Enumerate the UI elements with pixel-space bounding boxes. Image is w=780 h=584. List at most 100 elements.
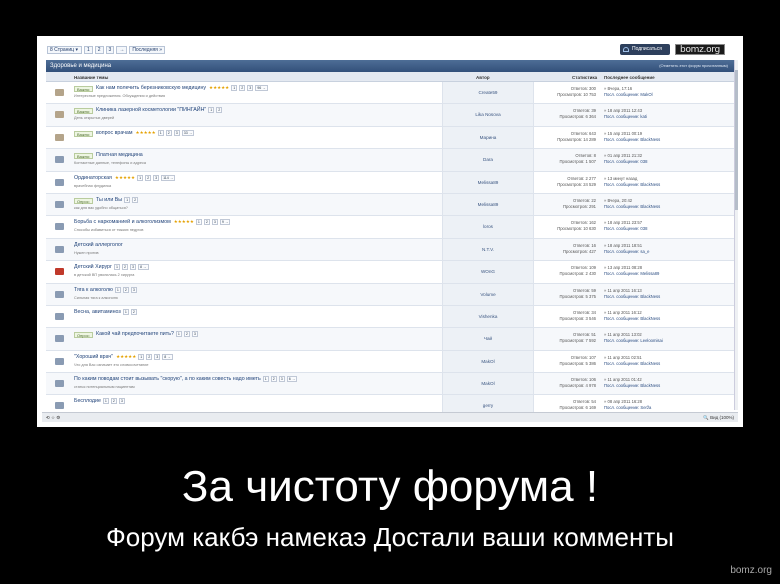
last-post-author[interactable]: Посл. сообщение: Leeloomisai (604, 338, 663, 344)
page-next[interactable]: → (116, 46, 128, 54)
topic-author[interactable]: Dara (442, 149, 534, 171)
topic-row[interactable]: Тяга к алкоголю 1 2 3 Сильная тяга к алкогол… (46, 283, 734, 306)
topic-page-link[interactable]: 96 → (255, 85, 268, 91)
topic-page-link[interactable]: 2 (239, 85, 246, 91)
topic-page-link[interactable]: 3 (173, 129, 180, 136)
topic-page-link[interactable]: 1 (122, 308, 129, 315)
last-post-author[interactable]: Посл. сообщение: BlackNess (604, 294, 660, 300)
topic-page-link[interactable]: 3 (129, 264, 136, 271)
topic-title-link[interactable]: "Хороший врач" (74, 354, 113, 360)
topic-page-link[interactable]: 1 (195, 219, 202, 226)
topic-page-link[interactable]: 114 → (161, 174, 176, 181)
topic-page-link[interactable]: 2 (121, 264, 128, 271)
topic-page-link[interactable]: 2 (165, 129, 172, 136)
topic-author[interactable]: Melissa89 (442, 171, 534, 193)
topic-row[interactable]: Опрос: Ты или Вы 1 2 как для вас удобно обща… (46, 193, 734, 217)
statusbar-tools[interactable]: ⟲ ☆ ⚙ (46, 415, 60, 421)
topic-author[interactable]: Vishenka (442, 305, 534, 328)
topic-page-link[interactable]: 1 (138, 353, 145, 360)
mark-read-link[interactable]: (Отметить этот форум прочитанным) (659, 60, 728, 72)
topic-page-link[interactable]: 33 → (181, 129, 195, 136)
topic-author[interactable]: Volume (442, 283, 534, 305)
topic-row[interactable]: Важно: Клиника лазерной косметологии "ПИН… (46, 104, 734, 127)
col-author[interactable]: Автор (476, 75, 490, 80)
topic-page-link[interactable]: 2 (146, 353, 153, 360)
topic-author[interactable]: loros (442, 216, 534, 238)
topic-page-link[interactable]: 3 (211, 219, 218, 226)
topic-page-link[interactable]: 3 (278, 376, 285, 383)
topic-page-link[interactable]: 2 (132, 196, 139, 203)
last-post-author[interactable]: Посл. сообщение: BlackNess (604, 316, 660, 322)
page-dropdown[interactable]: 8 Страниц ▾ (47, 46, 82, 54)
topic-author[interactable]: Lika Nosova (442, 104, 534, 126)
topic-row[interactable]: Борьба с наркоманией и алкоголизмом ★★★★★… (46, 216, 734, 239)
col-last[interactable]: Последнее сообщение (604, 75, 655, 80)
topic-page-link[interactable]: 2 (203, 219, 210, 226)
topic-page-link[interactable]: 2 (216, 107, 223, 114)
last-post-author[interactable]: Посл. сообщение: kati (604, 114, 647, 120)
topic-page-link[interactable]: 1 (113, 264, 120, 271)
topic-page-link[interactable]: 1 (114, 286, 121, 293)
last-post-author[interactable]: Посл. сообщение: BlackNess (604, 204, 660, 210)
topic-title-link[interactable]: Платная медицина (96, 152, 143, 158)
topic-title-link[interactable]: Ординаторская (74, 175, 112, 181)
topic-page-link[interactable]: 2 (270, 376, 277, 383)
topic-author[interactable]: Melissa89 (442, 193, 534, 216)
page-link-2[interactable]: 2 (94, 46, 104, 54)
topic-page-link[interactable]: 1 (262, 376, 269, 383)
topic-page-link[interactable]: 3 (153, 174, 160, 181)
topic-title-link[interactable]: Детский аллерголог (74, 242, 123, 248)
last-post-author[interactable]: Посл. сообщение: Serža (604, 405, 651, 411)
col-stats[interactable]: Статистика (572, 75, 597, 80)
topic-page-link[interactable]: 9 → (219, 219, 231, 226)
page-link-3[interactable]: 3 (105, 46, 115, 54)
last-post-author[interactable]: Посл. сообщение: sa_e (604, 249, 650, 255)
topic-row[interactable]: Важно: Как нам полечить березниковскую ме… (46, 82, 734, 105)
topic-page-link[interactable]: 2 (130, 308, 137, 315)
topic-page-link[interactable]: 3 (130, 286, 137, 293)
topic-page-link[interactable]: 1 (175, 331, 182, 338)
topic-author[interactable]: WOnG (442, 261, 534, 283)
zoom-indicator[interactable]: 🔍 Вид (100%) (703, 415, 734, 421)
topic-page-link[interactable]: 8 → (162, 353, 173, 360)
last-post-author[interactable]: Посл. сообщение: MakOl (604, 92, 653, 98)
topic-title-link[interactable]: По каким поводам стоит вызывать "скорую"… (74, 376, 261, 382)
page-last[interactable]: Последняя » (129, 46, 166, 54)
topic-row[interactable]: Ординаторская ★★★★★ 1 2 3 114 → врачебная флуд… (46, 171, 734, 194)
topic-page-link[interactable]: 3 (247, 85, 254, 91)
topic-title-link[interactable]: вопрос врачам (96, 130, 133, 136)
topic-row[interactable]: Опрос: Какой чай предпочитаете пить? 1 2 3 Ча… (46, 328, 734, 351)
last-post-author[interactable]: Посл. сообщение: BlackNess (604, 361, 660, 367)
topic-title-link[interactable]: Весна, авитаминоз (74, 309, 121, 315)
topic-page-link[interactable]: 1 (124, 196, 131, 203)
col-topic[interactable]: Название темы (74, 75, 108, 80)
topic-author[interactable]: N.T.V. (442, 238, 534, 261)
topic-page-link[interactable]: 6 → (286, 376, 298, 383)
topic-page-link[interactable]: 1 (102, 398, 109, 405)
topic-page-link[interactable]: 2 (183, 331, 190, 338)
topic-title-link[interactable]: Ты или Вы (96, 197, 122, 203)
topic-page-link[interactable]: 1 (208, 107, 215, 114)
topic-page-link[interactable]: 2 (122, 286, 129, 293)
last-post-author[interactable]: Посл. сообщение: BlackNess (604, 383, 660, 389)
topic-author[interactable]: Марина (442, 126, 534, 149)
topic-author[interactable]: MakOl (442, 373, 534, 395)
last-post-author[interactable]: Посл. сообщение: Melissa89 (604, 271, 659, 277)
topic-page-link[interactable]: 8 → (137, 264, 149, 271)
topic-title-link[interactable]: Детский Хирург (74, 264, 112, 270)
topic-title-link[interactable]: Бесплодие (74, 398, 101, 404)
topic-row[interactable]: По каким поводам стоит вызывать "скорую"… (46, 373, 734, 396)
topic-author[interactable]: MakOl (442, 350, 534, 373)
scrollbar-thumb[interactable] (735, 70, 738, 210)
scrollbar[interactable] (734, 60, 738, 410)
last-post-author[interactable]: Посл. сообщение: 038 (604, 226, 647, 232)
topic-title-link[interactable]: Какой чай предпочитаете пить? (96, 331, 174, 337)
last-post-author[interactable]: Посл. сообщение: 038 (604, 159, 647, 165)
topic-row[interactable]: Важно: Платная медицина Контактные данные,… (46, 149, 734, 172)
topic-page-link[interactable]: 1 (137, 174, 144, 181)
topic-title-link[interactable]: Борьба с наркоманией и алкоголизмом (74, 219, 171, 225)
topic-page-link[interactable]: 3 (191, 331, 198, 338)
topic-row[interactable]: "Хороший врач" ★★★★★ 1 2 3 8 → Что для Вас озн… (46, 350, 734, 374)
topic-row[interactable]: Детский аллерголог Нужен против N.T.V. Отве… (46, 238, 734, 262)
topic-author[interactable]: Create59 (442, 82, 534, 104)
